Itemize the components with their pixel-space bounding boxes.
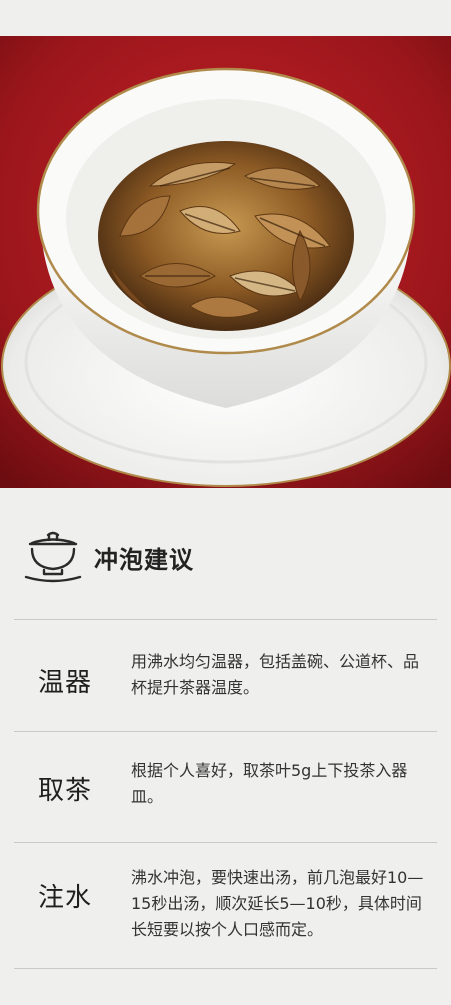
step-description: 沸水冲泡，要快速出汤，前几泡最好10—15秒出汤，顺次延长5—10秒，具体时间长…: [131, 868, 424, 939]
divider: [14, 731, 437, 732]
gaiwan-icon: [24, 531, 82, 583]
gaiwan-with-tea-leaves-image: [0, 36, 451, 488]
step-name: 注水: [38, 883, 93, 913]
tea-photo: [0, 36, 451, 488]
step-description: 用沸水均匀温器，包括盖碗、公道杯、品杯提升茶器温度。: [131, 652, 420, 697]
divider: [14, 968, 437, 969]
step-name: 温器: [38, 668, 93, 698]
step-description: 根据个人喜好，取茶叶5g上下投茶入器皿。: [131, 761, 408, 806]
divider: [14, 619, 437, 620]
section-header: 冲泡建议: [22, 527, 194, 587]
top-margin: [0, 0, 451, 36]
section-title: 冲泡建议: [94, 545, 194, 574]
divider: [14, 842, 437, 843]
step-name: 取茶: [38, 776, 93, 806]
